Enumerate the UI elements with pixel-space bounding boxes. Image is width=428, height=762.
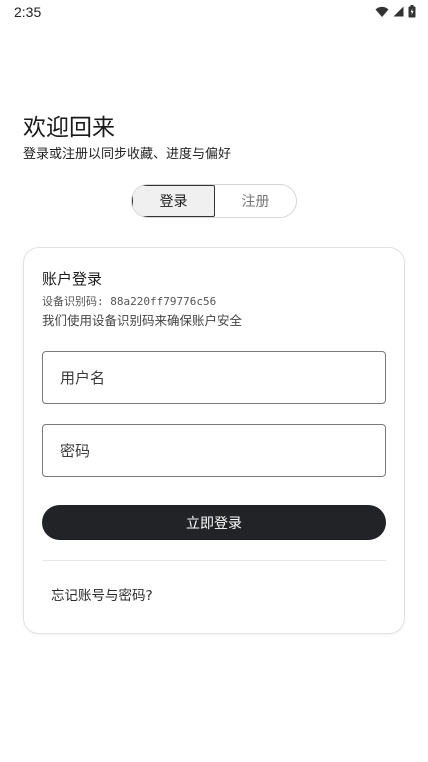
signal-icon [393, 6, 404, 17]
password-field[interactable] [42, 424, 386, 477]
username-field[interactable] [42, 351, 386, 404]
username-input[interactable] [58, 367, 385, 388]
status-icons [375, 5, 416, 18]
status-time: 2:35 [14, 4, 42, 20]
status-bar: 2:35 [0, 0, 428, 26]
card-title: 账户登录 [42, 270, 103, 288]
divider [42, 560, 386, 561]
page-title: 欢迎回来 [23, 115, 115, 141]
forgot-credentials-link[interactable]: 忘记账号与密码? [51, 584, 153, 604]
tab-login[interactable]: 登录 [132, 185, 215, 217]
battery-icon [408, 5, 416, 18]
auth-mode-toggle: 登录 注册 [131, 184, 297, 218]
device-id-text: 设备识别码: 88a220ff79776c56 [42, 295, 217, 308]
page-subtitle: 登录或注册以同步收藏、进度与偏好 [23, 147, 232, 162]
login-card: 账户登录 设备识别码: 88a220ff79776c56 我们使用设备识别码来确… [23, 247, 405, 634]
tab-register[interactable]: 注册 [215, 185, 296, 217]
device-note-text: 我们使用设备识别码来确保账户安全 [42, 313, 243, 328]
password-input[interactable] [58, 440, 385, 461]
login-button[interactable]: 立即登录 [42, 505, 386, 540]
wifi-icon [375, 6, 389, 18]
